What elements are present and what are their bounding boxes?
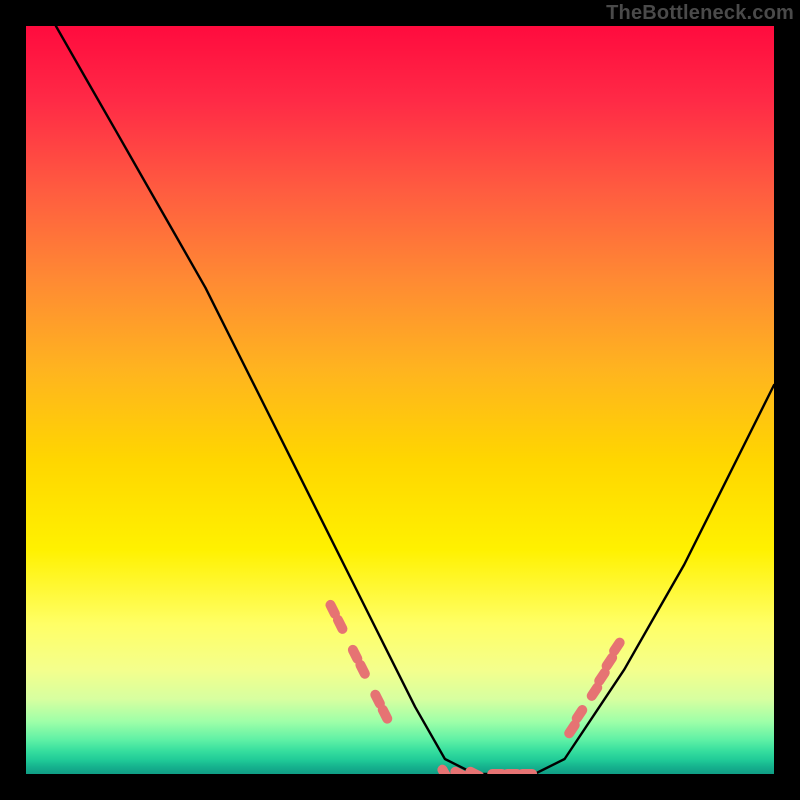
bottleneck-curve bbox=[56, 26, 774, 774]
marker-group bbox=[324, 598, 627, 774]
data-marker bbox=[517, 769, 537, 774]
data-marker bbox=[464, 765, 486, 774]
outer-frame: TheBottleneck.com bbox=[0, 0, 800, 800]
curve-path bbox=[56, 26, 774, 774]
watermark-text: TheBottleneck.com bbox=[606, 2, 794, 25]
plot-area bbox=[26, 26, 774, 774]
chart-svg bbox=[26, 26, 774, 774]
